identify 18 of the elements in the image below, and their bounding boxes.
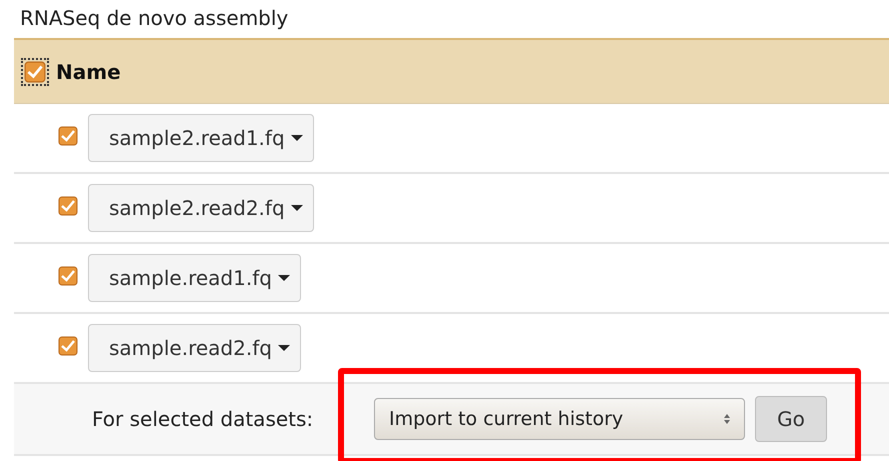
checkbox[interactable]	[58, 266, 78, 286]
checkbox[interactable]	[58, 196, 78, 216]
dataset-button[interactable]: sample2.read1.fq	[88, 114, 314, 162]
dataset-button[interactable]: sample.read1.fq	[88, 254, 301, 302]
go-button[interactable]: Go	[755, 396, 827, 442]
updown-icon	[724, 414, 730, 424]
action-select[interactable]: Import to current history	[374, 398, 745, 440]
caret-icon	[278, 275, 290, 281]
caret-icon	[278, 345, 290, 351]
dataset-button[interactable]: sample.read2.fq	[88, 324, 301, 372]
library-title: RNASeq de novo assembly	[19, 5, 290, 32]
caret-icon	[290, 135, 303, 141]
checkbox[interactable]	[58, 126, 78, 146]
column-heading: Name	[56, 60, 121, 84]
dataset-button[interactable]: sample2.read2.fq	[88, 184, 314, 232]
action-label: For selected datasets:	[92, 407, 314, 431]
checkbox[interactable]	[58, 336, 78, 356]
caret-icon	[290, 205, 303, 211]
